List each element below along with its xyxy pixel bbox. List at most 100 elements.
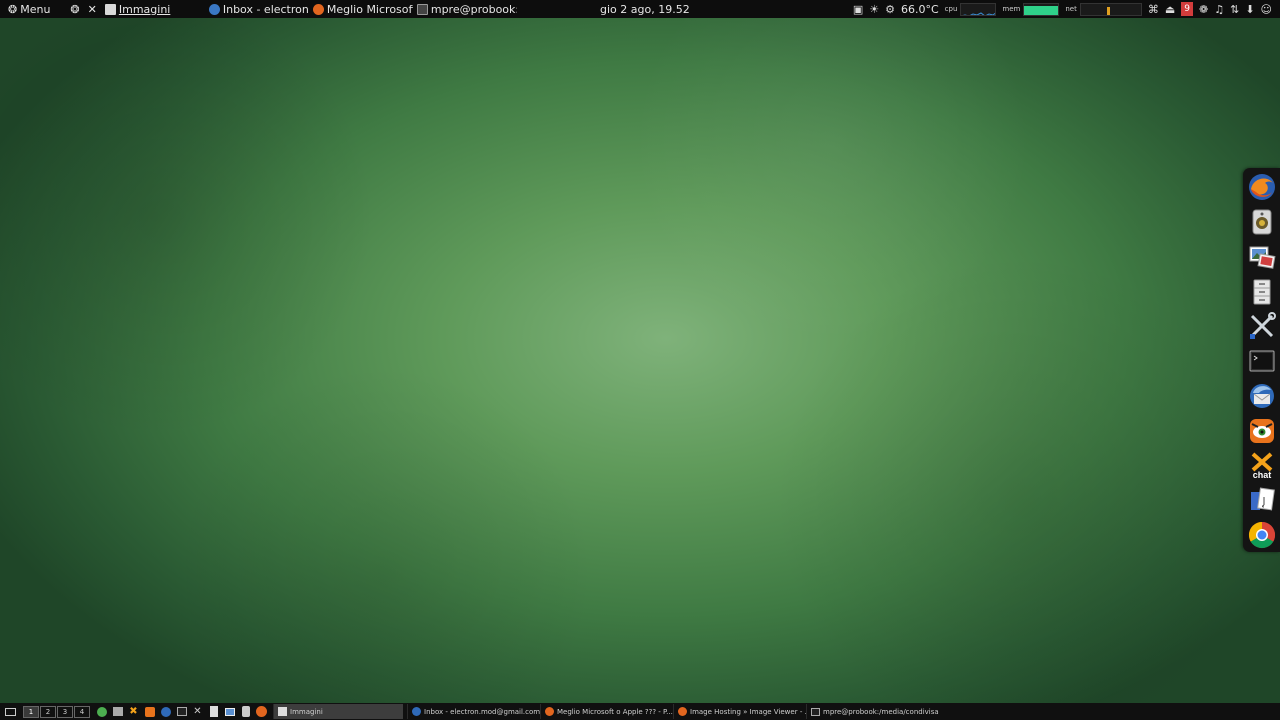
xchat-icon: ✖ xyxy=(129,706,138,717)
workspace-label: 4 xyxy=(79,707,85,716)
bottom-task-label: Inbox - electron.mod@gmail.com... xyxy=(424,707,540,716)
file-cabinet-icon xyxy=(209,706,218,717)
sensor-icon: ⚙ xyxy=(885,2,895,16)
chrome-icon xyxy=(96,706,107,717)
launcher-chrome[interactable] xyxy=(94,704,109,719)
gnome-foot-icon: ❂ xyxy=(8,2,18,16)
clock[interactable]: gio 2 ago, 19.52 xyxy=(600,0,690,18)
brightness-icon[interactable]: ☀ xyxy=(869,3,879,16)
dock-item-chrome[interactable] xyxy=(1246,517,1278,552)
image-viewer-icon xyxy=(1249,246,1275,269)
net-monitor-label: net xyxy=(1065,5,1077,13)
desktop-icon xyxy=(5,707,16,716)
workspace-1[interactable]: 1 xyxy=(23,705,39,718)
top-task-label: Meglio Microsoft... xyxy=(326,2,413,16)
cpu-monitor-label: cpu xyxy=(944,5,958,13)
app-launcher-button[interactable]: ❂ xyxy=(66,0,83,18)
launcher-speaker[interactable] xyxy=(238,704,253,719)
top-task-terminal[interactable]: mpre@probook:/... xyxy=(413,0,517,18)
launcher-file-cabinet[interactable] xyxy=(206,704,221,719)
file-cabinet-icon xyxy=(1253,279,1270,305)
dock-item-image-viewer[interactable] xyxy=(1246,239,1278,274)
user-icon[interactable]: ☺ xyxy=(1261,3,1272,16)
menu-label: Menu xyxy=(20,2,51,16)
tiger-icon xyxy=(1249,418,1274,443)
top-task-meglio[interactable]: Meglio Microsoft... xyxy=(309,0,413,18)
launcher-image-viewer[interactable] xyxy=(222,704,237,719)
usb-icon[interactable]: ⬇ xyxy=(1245,3,1254,16)
bottom-task-inbox[interactable]: Inbox - electron.mod@gmail.com... xyxy=(407,704,540,719)
dock-item-terminal[interactable] xyxy=(1246,344,1278,379)
launcher-firefox[interactable] xyxy=(254,704,269,719)
desktop-wallpaper xyxy=(0,0,1280,720)
dock-item-thunderbird[interactable] xyxy=(1246,378,1278,413)
cpu-monitor: cpu xyxy=(944,2,997,16)
eject-icon[interactable]: ⏏ xyxy=(1165,3,1175,16)
dock-item-tiger[interactable] xyxy=(1246,413,1278,448)
launcher-terminal[interactable] xyxy=(174,704,189,719)
mem-graph-fill xyxy=(1024,5,1059,15)
workspace-label: 3 xyxy=(62,707,68,716)
bottom-task-label: Meglio Microsoft o Apple ??? - P... xyxy=(557,707,673,716)
close-icon: ✕ xyxy=(87,2,97,16)
top-task-inbox[interactable]: Inbox - electron... xyxy=(205,0,309,18)
dock-item-file-cabinet[interactable] xyxy=(1246,274,1278,309)
thunderbird-icon xyxy=(1249,383,1274,408)
dock-item-firefox[interactable] xyxy=(1246,170,1278,205)
dock-item-tools[interactable] xyxy=(1246,309,1278,344)
net-graph-spike xyxy=(1106,6,1110,15)
launcher-tiger[interactable] xyxy=(142,704,157,719)
tiger-icon xyxy=(144,706,155,717)
workspace-3[interactable]: 3 xyxy=(57,705,73,718)
bottom-task-label: mpre@probook:/media/condivisa... xyxy=(823,707,939,716)
show-desktop-button[interactable] xyxy=(3,704,18,719)
dock-item-speaker[interactable] xyxy=(1246,205,1278,240)
firefox-icon xyxy=(312,3,324,15)
workspace-label: 2 xyxy=(45,707,51,716)
command-icon[interactable]: ⌘ xyxy=(1148,3,1159,16)
gnome-foot-icon: ❂ xyxy=(70,2,80,16)
top-task-label: mpre@probook:/... xyxy=(430,2,517,16)
bottom-task-terminal[interactable]: mpre@probook:/media/condivisa... xyxy=(806,704,939,719)
folder-icon xyxy=(104,3,116,15)
bluetooth-icon[interactable]: ❁ xyxy=(1199,3,1208,16)
launcher-xchat[interactable]: ✖ xyxy=(126,704,141,719)
top-panel: ❂ Menu ❂ ✕ Immagini Inbox - electron... … xyxy=(0,0,1280,18)
tools-icon xyxy=(1249,312,1276,340)
folder-icon xyxy=(278,707,287,716)
dock-item-xchat[interactable]: chat xyxy=(1246,448,1278,483)
image-viewer-icon xyxy=(224,707,235,716)
screen-icon[interactable]: ▣ xyxy=(853,3,863,16)
svg-text:chat: chat xyxy=(1252,470,1271,480)
volume-icon[interactable]: ♫ xyxy=(1214,3,1224,16)
terminal-icon xyxy=(416,3,428,15)
clock-label: gio 2 ago, 19.52 xyxy=(600,2,690,16)
workspace-label: 1 xyxy=(28,707,34,716)
bottom-task-immagini[interactable]: Immagini xyxy=(273,704,403,719)
launcher-files[interactable] xyxy=(110,704,125,719)
notification-badge[interactable]: 9 xyxy=(1181,2,1193,16)
launcher-thunderbird[interactable] xyxy=(158,704,173,719)
net-monitor: net xyxy=(1065,2,1142,16)
dock-item-document[interactable] xyxy=(1246,483,1278,518)
speaker-icon xyxy=(241,706,250,717)
terminal-icon xyxy=(176,707,187,716)
thunderbird-icon xyxy=(208,3,220,15)
menu-button[interactable]: ❂ Menu xyxy=(0,0,66,18)
network-icon[interactable]: ⇅ xyxy=(1230,3,1239,16)
close-window-button[interactable]: ✕ xyxy=(84,0,101,18)
top-task-immagini[interactable]: Immagini xyxy=(101,0,205,18)
bottom-task-meglio[interactable]: Meglio Microsoft o Apple ??? - P... xyxy=(540,704,673,719)
bottom-task-image-hosting[interactable]: Image Hosting » Image Viewer - ... xyxy=(673,704,806,719)
top-task-label: Inbox - electron... xyxy=(222,2,309,16)
speaker-icon xyxy=(1252,209,1271,235)
cpu-graph-line xyxy=(963,11,996,15)
folder-icon xyxy=(112,707,123,716)
workspace-2[interactable]: 2 xyxy=(40,705,56,718)
launcher-tools[interactable]: ✕ xyxy=(190,704,205,719)
firefox-icon xyxy=(256,706,267,717)
chrome-icon xyxy=(1248,521,1275,548)
app-dock: chat xyxy=(1243,168,1280,552)
workspace-4[interactable]: 4 xyxy=(74,705,90,718)
top-task-label: Immagini xyxy=(118,2,171,16)
